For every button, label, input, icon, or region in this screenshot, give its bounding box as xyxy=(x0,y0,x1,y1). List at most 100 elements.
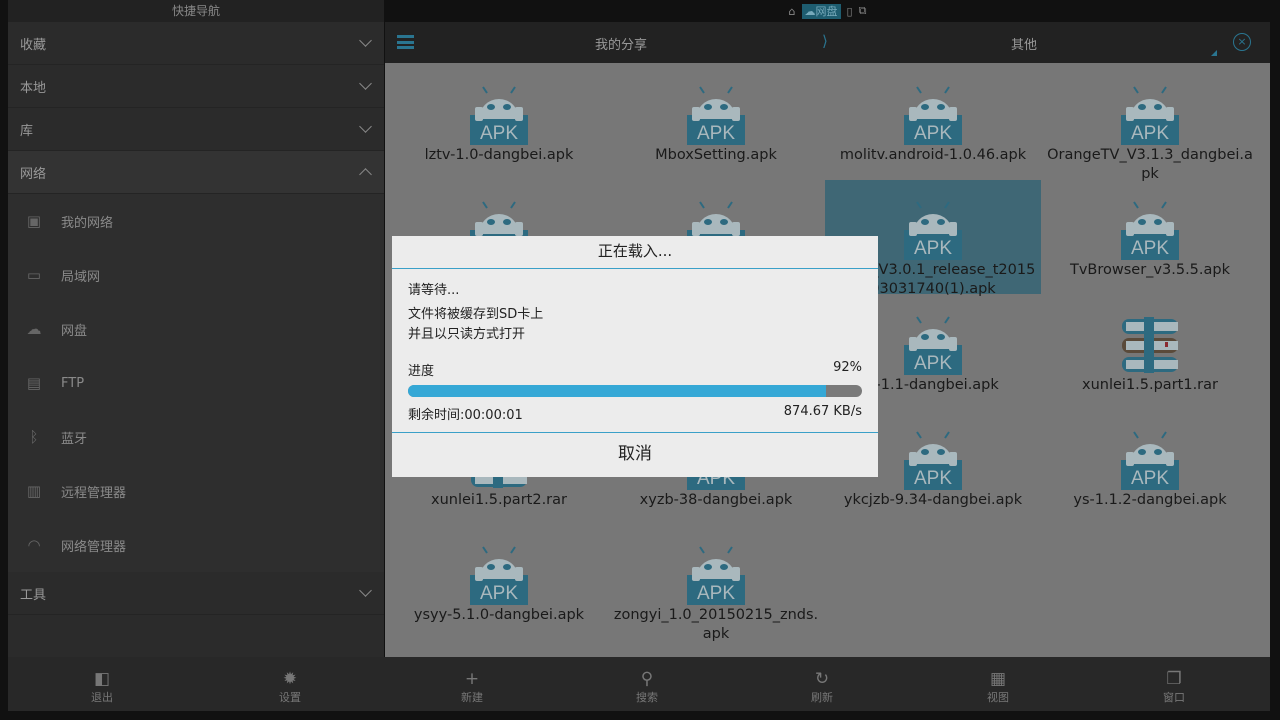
breadcrumb-other[interactable]: 其他 xyxy=(1011,34,1037,53)
apk-file-icon: APK xyxy=(391,85,607,145)
sidebar-section-network[interactable]: 网络 xyxy=(8,151,384,194)
file-name: molitv.android-1.0.46.apk xyxy=(839,147,1027,163)
apk-file-icon: APK xyxy=(391,545,607,605)
sidebar-section-local[interactable]: 本地 xyxy=(8,65,384,108)
close-icon[interactable]: × xyxy=(1233,33,1251,51)
section-label: 网络 xyxy=(20,166,47,182)
sidebar-item-label: 我的网络 xyxy=(61,215,114,231)
file-name: zongyi_1.0_20150215_znds.apk xyxy=(613,607,819,642)
progress-percent: 92% xyxy=(833,360,862,375)
sidebar-title: 快捷导航 xyxy=(8,0,384,22)
file-name: xunlei1.5.part1.rar xyxy=(1082,377,1218,393)
svg-text:APK: APK xyxy=(914,123,952,144)
cloud-tab-label: 网盘 xyxy=(815,4,838,18)
cloud-tab[interactable]: ☁网盘 xyxy=(801,3,841,19)
sidebar-item-label: 网络管理器 xyxy=(61,539,127,555)
sidebar-item-network-4[interactable]: ᛒ 蓝牙 xyxy=(8,410,384,464)
svg-text:APK: APK xyxy=(914,468,952,489)
search-icon: ⚲ xyxy=(640,669,654,689)
file-name: ysyy-5.1.0-dangbei.apk xyxy=(413,607,585,623)
exit-icon: ◧ xyxy=(93,669,111,689)
wait-text: 请等待... xyxy=(408,283,460,298)
sidebar-section-library[interactable]: 库 xyxy=(8,108,384,151)
cancel-button[interactable]: 取消 xyxy=(392,432,878,477)
sidebar-item-label: 蓝牙 xyxy=(61,431,88,447)
toolbar-button-refresh[interactable]: ↻ 刷新 xyxy=(782,657,862,711)
wifi-icon: ◠ xyxy=(27,536,41,554)
svg-text:APK: APK xyxy=(480,583,518,604)
header: 我的分享 ⟩ 其他 × xyxy=(385,22,1270,63)
menu-icon[interactable] xyxy=(397,35,414,49)
sidebar-item-network-5[interactable]: ▥ 远程管理器 xyxy=(8,464,384,518)
file-name: TvBrowser_v3.5.5.apk xyxy=(1069,262,1231,278)
section-label: 工具 xyxy=(20,587,47,603)
toolbar-label: 退出 xyxy=(91,691,113,704)
readonly-text: 并且以只读方式打开 xyxy=(408,327,526,342)
lan-icon: ▭ xyxy=(26,266,42,284)
svg-text:APK: APK xyxy=(480,123,518,144)
breadcrumb-my-share[interactable]: 我的分享 xyxy=(595,34,647,53)
sidebar-item-network-6[interactable]: ◠ 网络管理器 xyxy=(8,518,384,572)
file-item[interactable]: APK ys-1.1.2-dangbei.apk xyxy=(1042,410,1258,524)
sidebar: 快捷导航 收藏 本地 库 网络 ▣ 我的网络 ▭ 局域网 ☁ 网盘 ▤ FTP ᛒ 蓝牙 ▥ 远程管理… xyxy=(8,0,384,657)
sidebar-item-network-0[interactable]: ▣ 我的网络 xyxy=(8,194,384,248)
sidebar-item-network-1[interactable]: ▭ 局域网 xyxy=(8,248,384,302)
bluetooth-icon: ᛒ xyxy=(29,428,39,446)
sidebar-item-label: FTP xyxy=(61,375,85,391)
file-item[interactable]: APK molitv.android-1.0.46.apk xyxy=(825,65,1041,179)
apk-file-icon: APK xyxy=(1042,200,1258,260)
toolbar-label: 刷新 xyxy=(811,691,833,704)
file-item[interactable]: APK lztv-1.0-dangbei.apk xyxy=(391,65,607,179)
remaining-time: 剩余时间:00:00:01 xyxy=(408,408,523,423)
ftp-icon: ▤ xyxy=(26,374,42,392)
remote-manager-icon: ▥ xyxy=(26,482,42,500)
toolbar-button-exit[interactable]: ◧ 退出 xyxy=(62,657,142,711)
file-item[interactable]: APK ysyy-5.1.0-dangbei.apk xyxy=(391,525,607,639)
file-item[interactable]: APK MboxSetting.apk xyxy=(608,65,824,179)
home-icon[interactable]: ⌂ xyxy=(789,5,796,18)
toolbar-label: 设置 xyxy=(279,691,301,704)
sidebar-section-favorites[interactable]: 收藏 xyxy=(8,22,384,65)
file-name: OrangeTV_V3.1.3_dangbei.apk xyxy=(1047,147,1253,182)
cloud-icon: ☁ xyxy=(26,320,42,338)
phone-icon[interactable]: ▯ xyxy=(847,5,853,18)
section-label: 本地 xyxy=(20,80,47,96)
svg-text:APK: APK xyxy=(1131,123,1169,144)
dialog-title: 正在载入... xyxy=(392,236,878,269)
section-label: 收藏 xyxy=(20,37,47,53)
sidebar-item-label: 局域网 xyxy=(61,269,101,285)
toolbar-label: 窗口 xyxy=(1163,691,1185,704)
sidebar-item-label: 网盘 xyxy=(61,323,88,339)
toolbar-button-windows[interactable]: ❐ 窗口 xyxy=(1134,657,1214,711)
svg-text:APK: APK xyxy=(914,353,952,374)
plus-icon: + xyxy=(464,669,480,689)
device-icon[interactable]: ⧉ xyxy=(859,4,867,18)
network-items: ▣ 我的网络 ▭ 局域网 ☁ 网盘 ▤ FTP ᛒ 蓝牙 ▥ 远程管理器 ◠ 网络管理器 xyxy=(8,194,384,572)
apk-file-icon: APK xyxy=(1042,85,1258,145)
apk-file-icon: APK xyxy=(608,545,824,605)
toolbar-button-gear[interactable]: ✹ 设置 xyxy=(250,657,330,711)
transfer-speed: 874.67 KB/s xyxy=(783,404,862,419)
svg-text:APK: APK xyxy=(1131,238,1169,259)
sidebar-item-network-3[interactable]: ▤ FTP xyxy=(8,356,384,410)
file-name: ys-1.1.2-dangbei.apk xyxy=(1073,492,1227,508)
file-name: MboxSetting.apk xyxy=(655,147,777,163)
file-item[interactable]: APK OrangeTV_V3.1.3_dangbei.apk xyxy=(1042,65,1258,182)
rar-file-icon xyxy=(1042,315,1258,375)
progress-label: 进度 xyxy=(408,364,435,379)
grid-view-icon: ▦ xyxy=(989,669,1007,689)
my-network-icon: ▣ xyxy=(26,212,42,230)
file-item[interactable]: APK TvBrowser_v3.5.5.apk xyxy=(1042,180,1258,294)
toolbar-button-plus[interactable]: + 新建 xyxy=(432,657,512,711)
progress-fill xyxy=(408,385,826,397)
breadcrumb-separator-icon: ⟩ xyxy=(822,32,828,50)
sidebar-item-label: 远程管理器 xyxy=(61,485,127,501)
sidebar-section-tools[interactable]: 工具 xyxy=(8,572,384,615)
file-item[interactable]: xunlei1.5.part1.rar xyxy=(1042,295,1258,409)
chevron-down-icon xyxy=(359,584,372,597)
file-item[interactable]: APK zongyi_1.0_20150215_znds.apk xyxy=(608,525,824,642)
sidebar-item-network-2[interactable]: ☁ 网盘 xyxy=(8,302,384,356)
svg-text:APK: APK xyxy=(697,583,735,604)
toolbar-button-grid-view[interactable]: ▦ 视图 xyxy=(958,657,1038,711)
toolbar-button-search[interactable]: ⚲ 搜索 xyxy=(607,657,687,711)
